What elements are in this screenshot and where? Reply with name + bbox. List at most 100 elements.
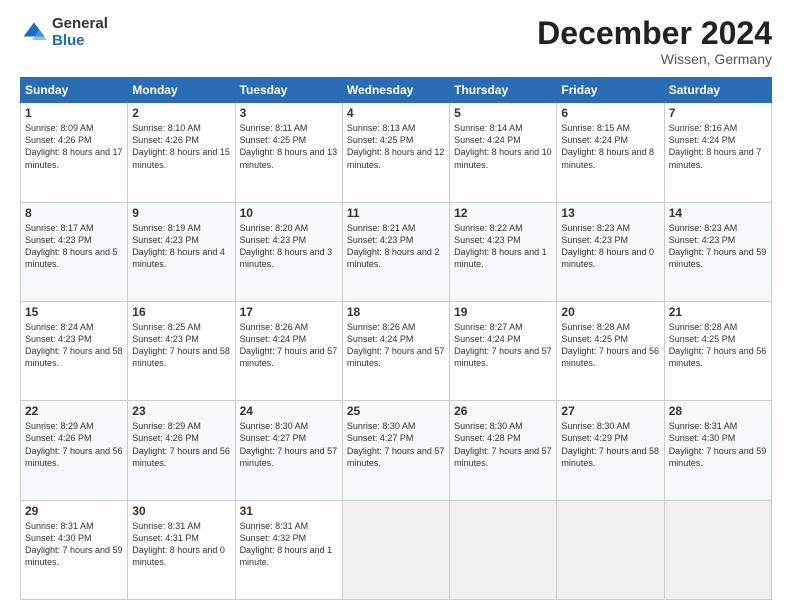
calendar-cell: 8 Sunrise: 8:17 AMSunset: 4:23 PMDaylight… <box>21 202 128 301</box>
calendar-cell-empty <box>342 500 449 599</box>
cell-info: Sunrise: 8:31 AMSunset: 4:30 PMDaylight:… <box>25 520 123 569</box>
day-number: 1 <box>25 106 123 120</box>
cell-info: Sunrise: 8:29 AMSunset: 4:26 PMDaylight:… <box>25 420 123 469</box>
calendar-cell: 6 Sunrise: 8:15 AMSunset: 4:24 PMDaylight… <box>557 103 664 202</box>
calendar-week-row: 8 Sunrise: 8:17 AMSunset: 4:23 PMDaylight… <box>21 202 772 301</box>
day-number: 12 <box>454 206 552 220</box>
calendar-week-row: 1 Sunrise: 8:09 AMSunset: 4:26 PMDaylight… <box>21 103 772 202</box>
calendar-cell: 28Sunrise: 8:31 AMSunset: 4:30 PMDayligh… <box>664 401 771 500</box>
cell-info: Sunrise: 8:31 AMSunset: 4:32 PMDaylight:… <box>240 520 338 569</box>
day-number: 22 <box>25 404 123 418</box>
day-number: 30 <box>132 504 230 518</box>
cell-info: Sunrise: 8:22 AMSunset: 4:23 PMDaylight:… <box>454 222 552 271</box>
cell-info: Sunrise: 8:17 AMSunset: 4:23 PMDaylight:… <box>25 222 123 271</box>
calendar-cell-empty <box>664 500 771 599</box>
day-number: 31 <box>240 504 338 518</box>
calendar-cell: 9Sunrise: 8:19 AMSunset: 4:23 PMDaylight… <box>128 202 235 301</box>
calendar-header-cell: Sunday <box>21 78 128 103</box>
cell-info: Sunrise: 8:31 AMSunset: 4:30 PMDaylight:… <box>669 420 767 469</box>
calendar-cell: 26 Sunrise: 8:30 AMSunset: 4:28 PMDayligh… <box>450 401 557 500</box>
calendar-cell: 15 Sunrise: 8:24 AMSunset: 4:23 PMDayligh… <box>21 301 128 400</box>
day-number: 14 <box>669 206 767 220</box>
cell-info: Sunrise: 8:15 AMSunset: 4:24 PMDaylight:… <box>561 122 659 171</box>
logo-blue: Blue <box>52 33 108 50</box>
calendar-cell: 23Sunrise: 8:29 AMSunset: 4:26 PMDayligh… <box>128 401 235 500</box>
calendar-cell: 21Sunrise: 8:28 AMSunset: 4:25 PMDayligh… <box>664 301 771 400</box>
calendar-cell: 17Sunrise: 8:26 AMSunset: 4:24 PMDayligh… <box>235 301 342 400</box>
calendar-cell: 22 Sunrise: 8:29 AMSunset: 4:26 PMDayligh… <box>21 401 128 500</box>
logo-icon <box>20 19 48 47</box>
cell-info: Sunrise: 8:21 AMSunset: 4:23 PMDaylight:… <box>347 222 445 271</box>
calendar-cell: 31 Sunrise: 8:31 AMSunset: 4:32 PMDayligh… <box>235 500 342 599</box>
cell-info: Sunrise: 8:11 AMSunset: 4:25 PMDaylight:… <box>240 122 338 171</box>
day-number: 6 <box>561 106 659 120</box>
cell-info: Sunrise: 8:28 AMSunset: 4:25 PMDaylight:… <box>561 321 659 370</box>
cell-info: Sunrise: 8:28 AMSunset: 4:25 PMDaylight:… <box>669 321 767 370</box>
calendar-header-cell: Wednesday <box>342 78 449 103</box>
calendar-cell: 1 Sunrise: 8:09 AMSunset: 4:26 PMDaylight… <box>21 103 128 202</box>
calendar-cell: 4 Sunrise: 8:13 AMSunset: 4:25 PMDaylight… <box>342 103 449 202</box>
calendar-cell: 19Sunrise: 8:27 AMSunset: 4:24 PMDayligh… <box>450 301 557 400</box>
cell-info: Sunrise: 8:13 AMSunset: 4:25 PMDaylight:… <box>347 122 445 171</box>
calendar-cell: 20 Sunrise: 8:28 AMSunset: 4:25 PMDayligh… <box>557 301 664 400</box>
cell-info: Sunrise: 8:30 AMSunset: 4:29 PMDaylight:… <box>561 420 659 469</box>
day-number: 4 <box>347 106 445 120</box>
calendar-header-row: SundayMondayTuesdayWednesdayThursdayFrid… <box>21 78 772 103</box>
cell-info: Sunrise: 8:27 AMSunset: 4:24 PMDaylight:… <box>454 321 552 370</box>
calendar-cell: 30 Sunrise: 8:31 AMSunset: 4:31 PMDayligh… <box>128 500 235 599</box>
calendar-cell: 27 Sunrise: 8:30 AMSunset: 4:29 PMDayligh… <box>557 401 664 500</box>
calendar-header-cell: Thursday <box>450 78 557 103</box>
day-number: 8 <box>25 206 123 220</box>
month-title: December 2024 <box>537 16 772 51</box>
calendar-cell: 2 Sunrise: 8:10 AMSunset: 4:26 PMDaylight… <box>128 103 235 202</box>
location: Wissen, Germany <box>537 51 772 67</box>
calendar-header-cell: Tuesday <box>235 78 342 103</box>
day-number: 26 <box>454 404 552 418</box>
cell-info: Sunrise: 8:20 AMSunset: 4:23 PMDaylight:… <box>240 222 338 271</box>
day-number: 11 <box>347 206 445 220</box>
cell-info: Sunrise: 8:23 AMSunset: 4:23 PMDaylight:… <box>561 222 659 271</box>
calendar-cell: 5 Sunrise: 8:14 AMSunset: 4:24 PMDaylight… <box>450 103 557 202</box>
calendar-week-row: 29 Sunrise: 8:31 AMSunset: 4:30 PMDayligh… <box>21 500 772 599</box>
logo-general: General <box>52 16 108 33</box>
cell-info: Sunrise: 8:26 AMSunset: 4:24 PMDaylight:… <box>347 321 445 370</box>
calendar-header-cell: Friday <box>557 78 664 103</box>
cell-info: Sunrise: 8:30 AMSunset: 4:28 PMDaylight:… <box>454 420 552 469</box>
calendar-week-row: 15 Sunrise: 8:24 AMSunset: 4:23 PMDayligh… <box>21 301 772 400</box>
cell-info: Sunrise: 8:30 AMSunset: 4:27 PMDaylight:… <box>240 420 338 469</box>
cell-info: Sunrise: 8:10 AMSunset: 4:26 PMDaylight:… <box>132 122 230 171</box>
calendar-cell-empty <box>450 500 557 599</box>
day-number: 27 <box>561 404 659 418</box>
page: General Blue December 2024 Wissen, Germa… <box>0 0 792 612</box>
calendar-cell: 25Sunrise: 8:30 AMSunset: 4:27 PMDayligh… <box>342 401 449 500</box>
cell-info: Sunrise: 8:25 AMSunset: 4:23 PMDaylight:… <box>132 321 230 370</box>
cell-info: Sunrise: 8:14 AMSunset: 4:24 PMDaylight:… <box>454 122 552 171</box>
cell-info: Sunrise: 8:31 AMSunset: 4:31 PMDaylight:… <box>132 520 230 569</box>
calendar-cell: 24 Sunrise: 8:30 AMSunset: 4:27 PMDayligh… <box>235 401 342 500</box>
day-number: 29 <box>25 504 123 518</box>
day-number: 10 <box>240 206 338 220</box>
calendar-cell: 11 Sunrise: 8:21 AMSunset: 4:23 PMDayligh… <box>342 202 449 301</box>
calendar-cell: 10 Sunrise: 8:20 AMSunset: 4:23 PMDayligh… <box>235 202 342 301</box>
day-number: 5 <box>454 106 552 120</box>
calendar-cell: 14Sunrise: 8:23 AMSunset: 4:23 PMDayligh… <box>664 202 771 301</box>
calendar-week-row: 22 Sunrise: 8:29 AMSunset: 4:26 PMDayligh… <box>21 401 772 500</box>
calendar-cell: 13Sunrise: 8:23 AMSunset: 4:23 PMDayligh… <box>557 202 664 301</box>
calendar-cell: 29 Sunrise: 8:31 AMSunset: 4:30 PMDayligh… <box>21 500 128 599</box>
day-number: 24 <box>240 404 338 418</box>
calendar-cell: 7Sunrise: 8:16 AMSunset: 4:24 PMDaylight… <box>664 103 771 202</box>
day-number: 25 <box>347 404 445 418</box>
calendar-cell-empty <box>557 500 664 599</box>
day-number: 23 <box>132 404 230 418</box>
day-number: 18 <box>347 305 445 319</box>
day-number: 7 <box>669 106 767 120</box>
day-number: 17 <box>240 305 338 319</box>
day-number: 2 <box>132 106 230 120</box>
cell-info: Sunrise: 8:24 AMSunset: 4:23 PMDaylight:… <box>25 321 123 370</box>
calendar-body: 1 Sunrise: 8:09 AMSunset: 4:26 PMDaylight… <box>21 103 772 600</box>
cell-info: Sunrise: 8:09 AMSunset: 4:26 PMDaylight:… <box>25 122 123 171</box>
calendar-table: SundayMondayTuesdayWednesdayThursdayFrid… <box>20 77 772 600</box>
day-number: 15 <box>25 305 123 319</box>
day-number: 20 <box>561 305 659 319</box>
day-number: 16 <box>132 305 230 319</box>
